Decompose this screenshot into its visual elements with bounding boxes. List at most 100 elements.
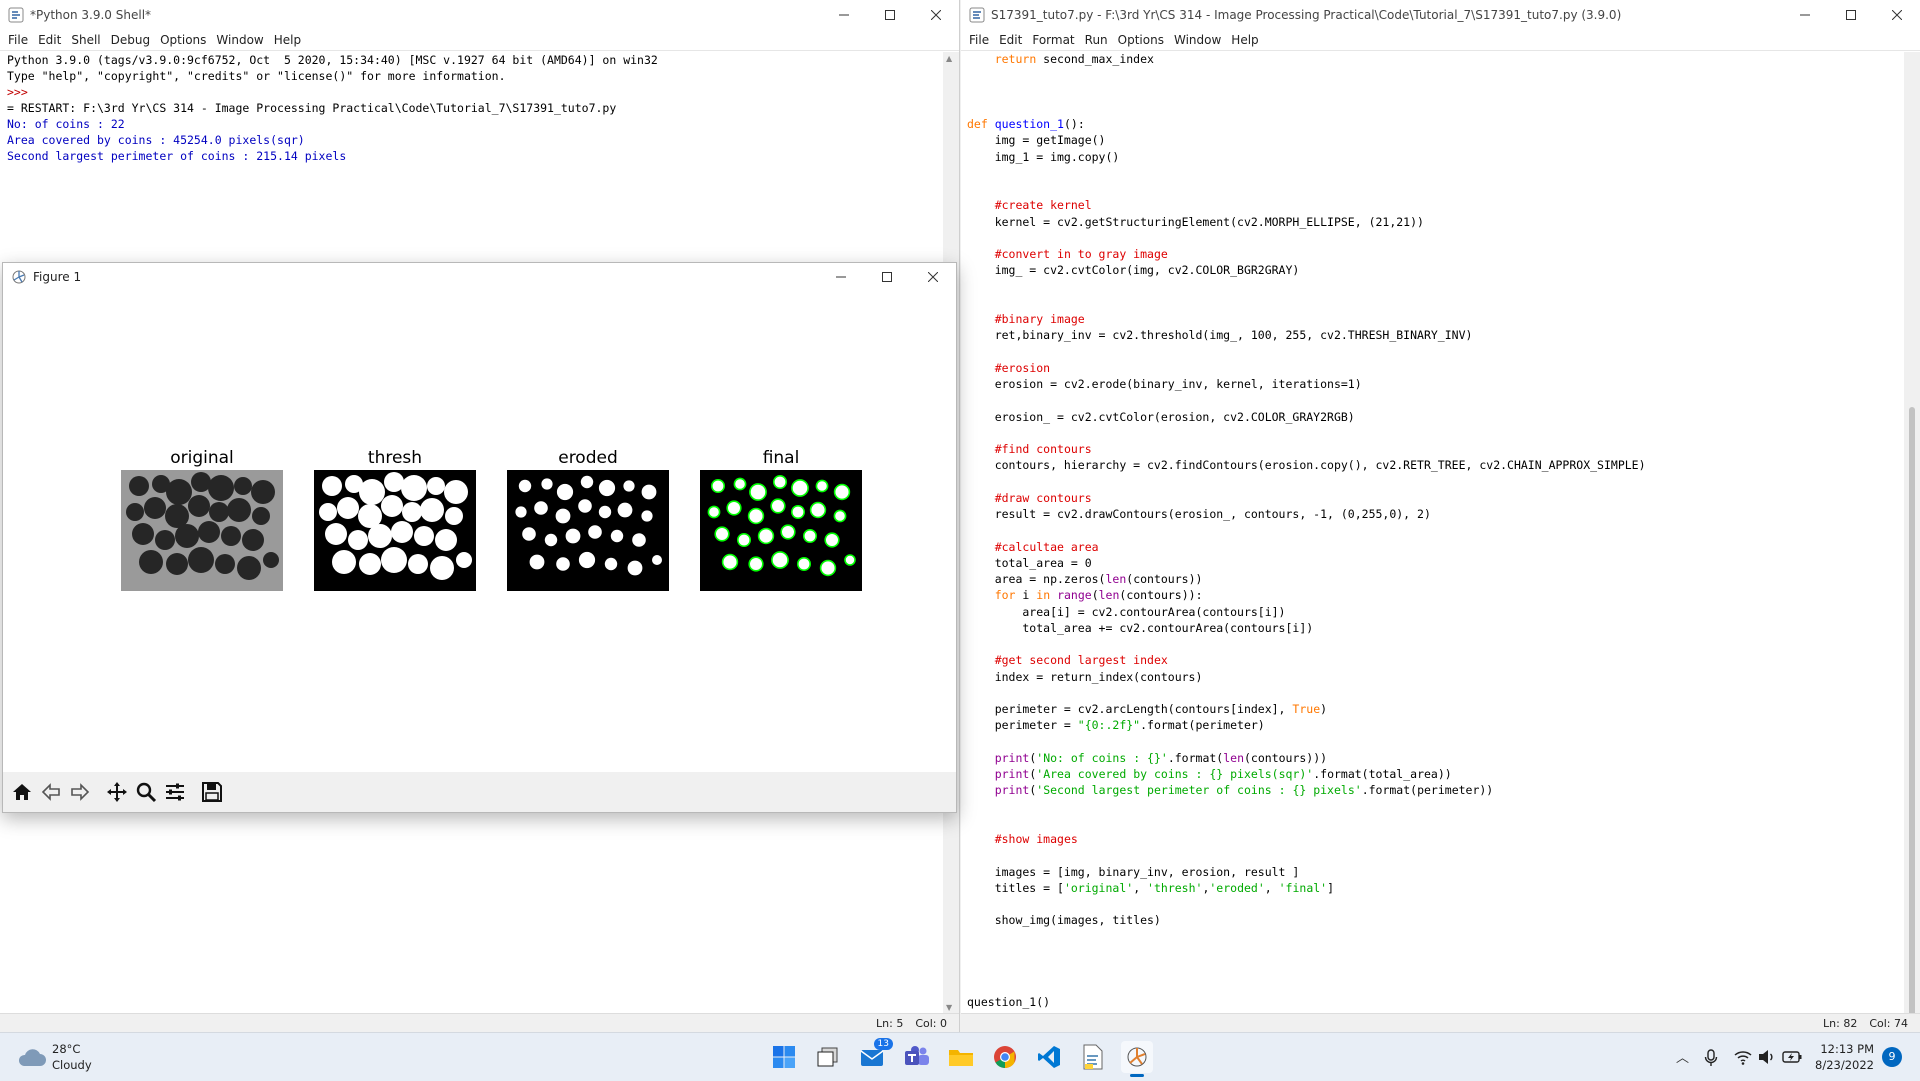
coin (641, 510, 653, 522)
editor-scrollbar[interactable] (1904, 52, 1920, 1032)
scroll-down-icon[interactable]: ▼ (946, 1003, 952, 1012)
menu-options[interactable]: Options (156, 33, 212, 47)
minimize-button[interactable] (1782, 0, 1828, 30)
editor-statusbar: Ln: 82 Col: 74 (961, 1013, 1920, 1032)
coin (188, 547, 214, 573)
coin (632, 533, 646, 547)
coin (757, 527, 775, 545)
menu-file[interactable]: File (965, 33, 995, 47)
coin (598, 479, 616, 497)
chrome-icon (994, 1046, 1016, 1068)
coin (580, 475, 594, 489)
file-explorer-app[interactable] (945, 1041, 977, 1073)
close-button[interactable] (913, 0, 959, 30)
python-idle-app[interactable] (1077, 1041, 1109, 1073)
menu-help[interactable]: Help (270, 33, 307, 47)
minimize-button[interactable] (818, 263, 864, 291)
figure-app-icon (1127, 1047, 1147, 1067)
menu-run[interactable]: Run (1081, 33, 1114, 47)
subplot-title: eroded (558, 448, 618, 468)
code-line: area = np.zeros(len(contours)) (967, 572, 1203, 586)
coin (815, 479, 829, 493)
coin (408, 554, 428, 574)
subplot-original: original (121, 448, 283, 595)
figure-title: Figure 1 (33, 270, 82, 284)
code-line: ​ (967, 474, 1900, 490)
menu-edit[interactable]: Edit (995, 33, 1028, 47)
menu-options[interactable]: Options (1114, 33, 1170, 47)
editor-scroll-thumb[interactable] (1909, 407, 1915, 1032)
configure-icon[interactable] (162, 779, 188, 805)
maximize-button[interactable] (1828, 0, 1874, 30)
start-button[interactable] (768, 1041, 800, 1073)
shell-titlebar[interactable]: *Python 3.9.0 Shell* (0, 0, 959, 30)
coin (191, 472, 211, 492)
coin (209, 502, 229, 522)
menu-window[interactable]: Window (1170, 33, 1227, 47)
coin (332, 550, 356, 574)
maximize-button[interactable] (867, 0, 913, 30)
shell-line: >>> (7, 85, 35, 99)
menu-debug[interactable]: Debug (107, 33, 156, 47)
code-line: return second_max_index (994, 52, 1154, 66)
scroll-up-icon[interactable]: ▲ (946, 54, 952, 63)
mail-app[interactable]: 13 (857, 1038, 893, 1073)
clock[interactable]: 12:13 PM 8/23/2022 (1814, 1041, 1874, 1073)
volume-icon[interactable] (1758, 1049, 1776, 1065)
home-icon[interactable] (9, 779, 35, 805)
menu-help[interactable]: Help (1227, 33, 1264, 47)
save-icon[interactable] (199, 779, 225, 805)
weather-widget[interactable]: 28°C Cloudy (16, 1041, 92, 1073)
microphone-icon[interactable] (1704, 1049, 1718, 1067)
wifi-icon[interactable] (1734, 1049, 1752, 1065)
menu-file[interactable]: File (4, 33, 34, 47)
coin (544, 533, 558, 547)
close-button[interactable] (1874, 0, 1920, 30)
coin (748, 556, 764, 572)
menu-edit[interactable]: Edit (34, 33, 67, 47)
forward-icon[interactable] (67, 779, 93, 805)
windows-icon (773, 1046, 795, 1068)
show-hidden-icons-button[interactable]: ︿ (1676, 1047, 1689, 1066)
coin (791, 479, 809, 497)
coin (126, 503, 144, 521)
maximize-button[interactable] (864, 263, 910, 291)
subplot-final: final (700, 448, 862, 595)
shell-output[interactable]: Python 3.9.0 (tags/v3.9.0:9cf6752, Oct 5… (7, 52, 939, 164)
coin (144, 497, 166, 519)
coin (791, 504, 806, 519)
teams-app[interactable] (901, 1041, 933, 1073)
code-line: print('No: of coins : {}'.format(len(con… (994, 750, 1328, 765)
vscode-app[interactable] (1033, 1041, 1065, 1073)
notification-badge[interactable]: 9 (1882, 1047, 1902, 1067)
menu-window[interactable]: Window (212, 33, 269, 47)
coin (325, 523, 347, 545)
zoom-icon[interactable] (133, 779, 159, 805)
menu-format[interactable]: Format (1028, 33, 1080, 47)
code-line: print('Area covered by coins : {} pixels… (994, 767, 1452, 781)
code-line: ​ (967, 392, 1900, 408)
matplotlib-figure-app[interactable] (1121, 1041, 1153, 1077)
minimize-button[interactable] (821, 0, 867, 30)
coin (515, 506, 527, 518)
code-line: ​ (967, 799, 1900, 815)
menu-shell[interactable]: Shell (67, 33, 106, 47)
coin (529, 554, 545, 570)
final-image (700, 470, 862, 591)
coin (556, 483, 574, 501)
coin (598, 505, 612, 519)
figure-titlebar[interactable]: Figure 1 (3, 263, 956, 291)
shell-line: Area covered by coins : 45254.0 pixels(s… (7, 133, 305, 147)
code-editor[interactable]: return second_max_index​​​def question_1… (967, 51, 1900, 1010)
task-view-button[interactable] (812, 1041, 844, 1073)
coin (824, 532, 840, 548)
code-line: ​ (967, 522, 1900, 538)
editor-titlebar[interactable]: S17391_tuto7.py - F:\3rd Yr\CS 314 - Ima… (961, 0, 1920, 30)
chrome-app[interactable] (989, 1041, 1021, 1073)
coin (427, 477, 445, 495)
close-button[interactable] (910, 263, 956, 291)
back-icon[interactable] (38, 779, 64, 805)
editor-status-line: Ln: 82 (1823, 1016, 1858, 1030)
pan-icon[interactable] (104, 779, 130, 805)
battery-icon[interactable] (1782, 1050, 1802, 1064)
